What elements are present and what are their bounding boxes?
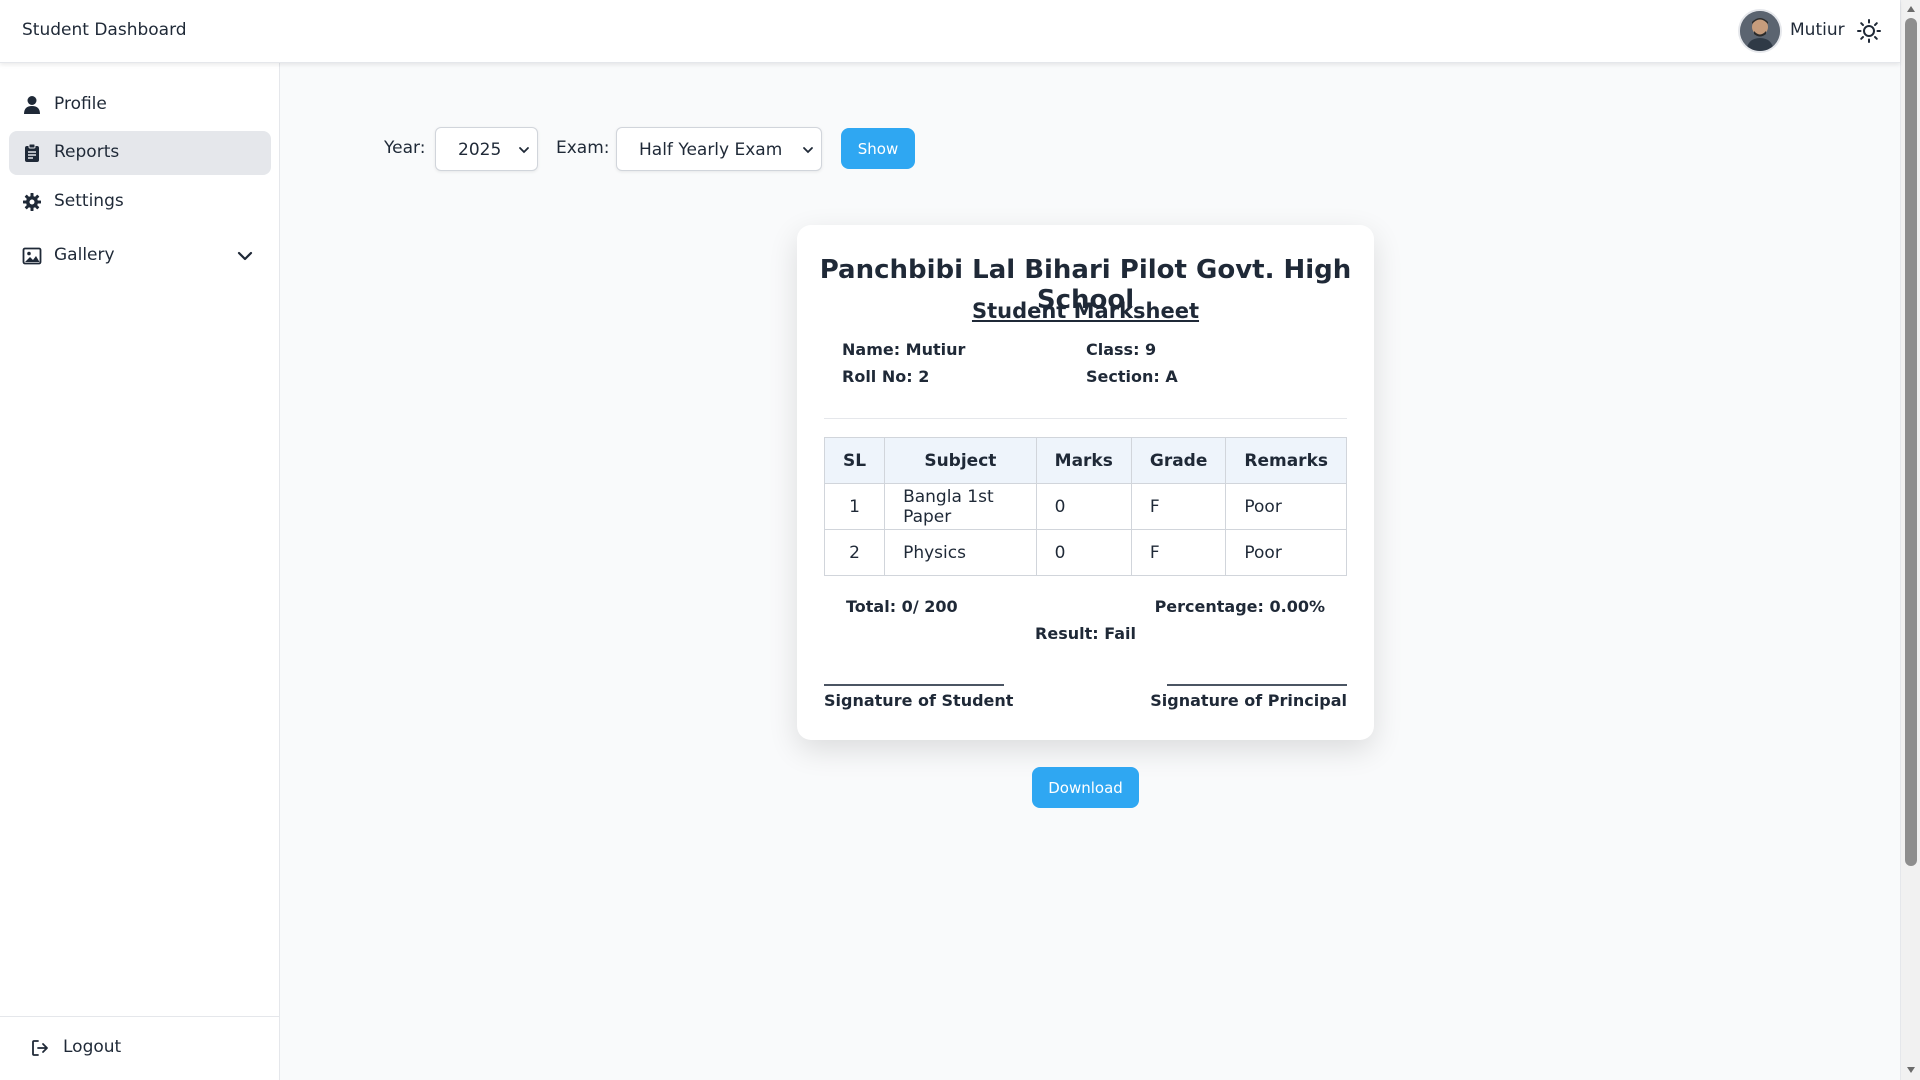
cell-sl: 1	[823, 483, 886, 530]
year-select-value: 2025	[458, 140, 502, 160]
sidebar-item-profile[interactable]: Profile	[9, 83, 271, 127]
scrollbar[interactable]	[1900, 0, 1920, 1080]
student-signature-label: Signature of Student	[824, 691, 1014, 710]
table-header-row: SL Subject Marks Grade Remarks	[823, 437, 1347, 484]
cell-remarks: Poor	[1225, 483, 1347, 530]
download-button[interactable]: Download	[1032, 767, 1139, 808]
exam-label: Exam:	[556, 138, 610, 158]
image-icon	[22, 247, 42, 265]
cell-marks: 0	[1035, 483, 1132, 530]
show-button[interactable]: Show	[841, 128, 915, 169]
sidebar-item-label: Reports	[54, 142, 120, 162]
sun-icon	[1857, 19, 1881, 43]
cell-sl: 2	[823, 529, 886, 576]
column-header-remarks: Remarks	[1225, 437, 1347, 484]
exam-select-value: Half Yearly Exam	[639, 140, 783, 160]
student-class: Class: 9	[1086, 340, 1157, 359]
column-header-marks: Marks	[1035, 437, 1132, 484]
cell-grade: F	[1130, 529, 1227, 576]
column-header-grade: Grade	[1130, 437, 1227, 484]
year-select[interactable]: 2025	[435, 127, 538, 171]
app-title: Student Dashboard	[22, 20, 187, 40]
logout-icon	[32, 1040, 48, 1056]
sidebar: Profile Reports Settings Gallery Logout	[0, 63, 280, 1080]
marks-table: SL Subject Marks Grade Remarks 1 Bangla …	[823, 437, 1347, 576]
student-name: Name: Mutiur	[842, 340, 966, 359]
column-header-subject: Subject	[884, 437, 1037, 484]
chevron-down-icon[interactable]	[235, 246, 255, 266]
marksheet-title: Student Marksheet	[971, 299, 1200, 323]
student-signature-line	[824, 684, 1004, 686]
user-name: Mutiur	[1790, 20, 1845, 40]
logout-button[interactable]: Logout	[30, 1031, 170, 1065]
year-label: Year:	[384, 138, 426, 158]
table-row: 1 Bangla 1st Paper 0 F Poor	[823, 483, 1347, 530]
divider	[824, 418, 1347, 419]
total-marks: Total: 0/ 200	[846, 597, 958, 616]
chevron-down-icon	[519, 147, 529, 154]
sidebar-item-label: Profile	[54, 94, 107, 114]
theme-toggle-button[interactable]	[1856, 18, 1882, 44]
table-row: 2 Physics 0 F Poor	[823, 529, 1347, 576]
sidebar-item-settings[interactable]: Settings	[9, 180, 271, 224]
sidebar-item-label: Gallery	[54, 245, 115, 265]
avatar[interactable]	[1740, 11, 1780, 51]
percentage: Percentage: 0.00%	[1154, 597, 1325, 616]
clipboard-icon	[25, 143, 39, 162]
user-icon	[24, 96, 40, 114]
sidebar-item-reports[interactable]: Reports	[9, 131, 271, 175]
avatar-image	[1740, 11, 1780, 51]
gear-icon	[23, 193, 41, 211]
sidebar-footer: Logout	[0, 1016, 280, 1080]
column-header-sl: SL	[823, 437, 886, 484]
sidebar-item-gallery[interactable]: Gallery	[9, 234, 271, 278]
cell-subject: Bangla 1st Paper	[884, 483, 1037, 530]
student-roll: Roll No: 2	[842, 367, 930, 386]
top-bar: Student Dashboard Mutiur	[0, 0, 1900, 63]
scroll-down-arrow-icon[interactable]	[1905, 1064, 1917, 1076]
student-section: Section: A	[1086, 367, 1178, 386]
principal-signature-line	[1167, 684, 1347, 686]
logout-label: Logout	[63, 1037, 122, 1057]
cell-remarks: Poor	[1225, 529, 1347, 576]
result: Result: Fail	[1035, 624, 1136, 643]
scroll-up-arrow-icon[interactable]	[1905, 3, 1917, 15]
marksheet-card: Panchbibi Lal Bihari Pilot Govt. High Sc…	[797, 225, 1374, 740]
scroll-thumb[interactable]	[1905, 18, 1917, 866]
cell-grade: F	[1130, 483, 1227, 530]
principal-signature-label: Signature of Principal	[1150, 691, 1347, 710]
cell-subject: Physics	[884, 529, 1037, 576]
cell-marks: 0	[1035, 529, 1132, 576]
exam-select[interactable]: Half Yearly Exam	[616, 127, 822, 171]
chevron-down-icon	[803, 147, 813, 154]
sidebar-item-label: Settings	[54, 191, 124, 211]
